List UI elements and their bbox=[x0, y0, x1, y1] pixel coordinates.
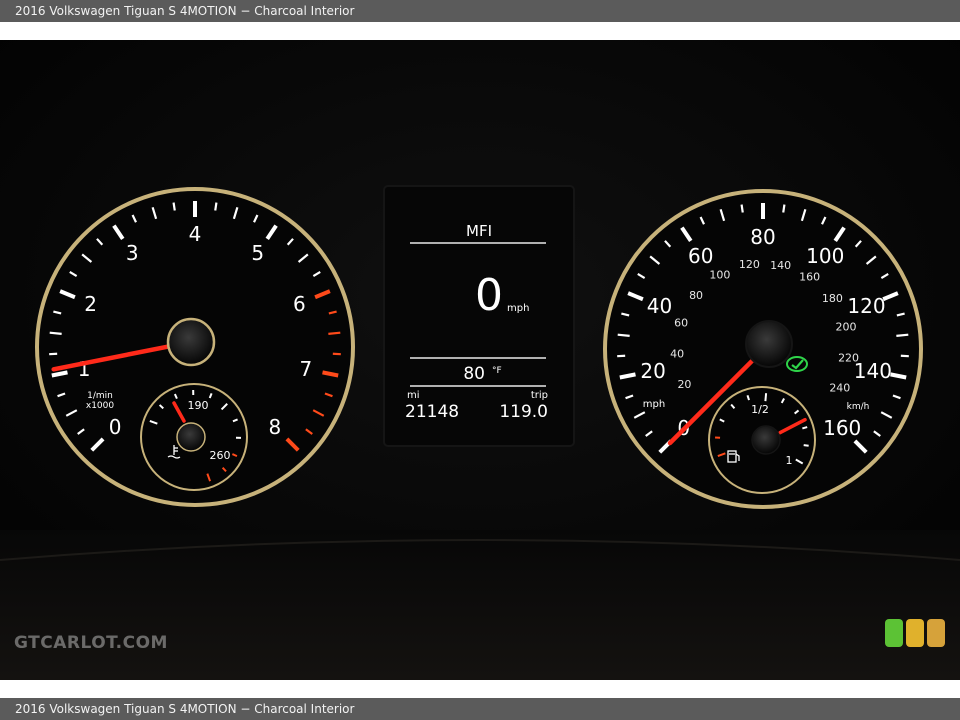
caption-bar-bottom: 2016 Volkswagen Tiguan S 4MOTION − Charc… bbox=[0, 698, 960, 720]
coolant-label-high: 260 bbox=[210, 449, 231, 462]
signal-light-amber bbox=[927, 619, 945, 647]
speedometer-hub bbox=[745, 320, 793, 368]
display-speed-unit: mph bbox=[507, 303, 529, 314]
speedometer-mph-label: 40 bbox=[647, 294, 672, 318]
tachometer-tick bbox=[49, 331, 62, 335]
fuel-hub bbox=[751, 425, 781, 455]
speedometer-mph-label: 120 bbox=[847, 294, 885, 318]
odometer-value: 21148 bbox=[405, 402, 459, 422]
tachometer-label: 2 bbox=[84, 292, 97, 316]
fuel-tick bbox=[802, 426, 808, 430]
tachometer-tick bbox=[172, 202, 176, 211]
speedometer-tick bbox=[740, 204, 744, 213]
speedometer-kmh-label: 100 bbox=[709, 269, 730, 282]
caption-text-bottom: 2016 Volkswagen Tiguan S 4MOTION − Charc… bbox=[15, 702, 355, 716]
trip-label: trip bbox=[531, 390, 548, 401]
tachometer-unit-bottom: x1000 bbox=[86, 401, 115, 411]
tachometer-label: 8 bbox=[269, 415, 282, 439]
watermark-logo: GTCARLOT.COM bbox=[14, 633, 168, 653]
speedometer-mph-label: 60 bbox=[688, 244, 713, 268]
display-temperature-value: 80 bbox=[463, 364, 485, 384]
speedometer-mph-label: 100 bbox=[806, 244, 844, 268]
speedometer-tick bbox=[617, 333, 630, 337]
speedometer-kmh-label: 120 bbox=[739, 258, 760, 271]
white-band-bottom bbox=[0, 680, 960, 698]
speedometer-mph-label: 20 bbox=[640, 359, 665, 383]
speedometer-tick bbox=[782, 204, 786, 213]
tachometer-label: 7 bbox=[299, 357, 312, 381]
speedometer-kmh-label: 80 bbox=[689, 289, 703, 302]
coolant-label-low: 190 bbox=[188, 399, 209, 412]
fuel-tick bbox=[803, 444, 809, 447]
tachometer-label: 0 bbox=[109, 415, 122, 439]
signal-lights-logo bbox=[885, 619, 945, 649]
signal-light-green bbox=[885, 619, 903, 647]
speedometer-mph-label: 160 bbox=[823, 416, 861, 440]
tachometer-tick bbox=[328, 331, 341, 335]
speedometer-mph-label: 80 bbox=[750, 225, 775, 249]
speedometer-kmh-label: 240 bbox=[829, 382, 850, 395]
speedometer-kmh-label: 160 bbox=[799, 271, 820, 284]
tachometer-unit-top: 1/min bbox=[87, 391, 113, 401]
speedometer-kmh-label: 20 bbox=[677, 378, 691, 391]
display-temperature-unit: °F bbox=[492, 366, 502, 376]
coolant-hub bbox=[176, 422, 206, 452]
tachometer-label: 5 bbox=[251, 241, 264, 265]
speedometer-unit-mph: mph bbox=[643, 399, 665, 410]
speedometer-kmh-label: 60 bbox=[674, 317, 688, 330]
tachometer: 012345678 1/min x1000 190 260 bbox=[35, 187, 355, 507]
speedometer: 020406080100120140160 204060801001201401… bbox=[603, 189, 923, 509]
fuel-label-full: 1 bbox=[786, 454, 793, 467]
odometer-label: mi bbox=[407, 390, 420, 401]
speedometer-kmh-label: 220 bbox=[838, 352, 859, 365]
tachometer-tick bbox=[214, 202, 218, 211]
speedometer-unit-kmh: km/h bbox=[847, 402, 870, 412]
multifunction-display: MFI 0 mph 80 °F mi trip 21148 119.0 bbox=[383, 185, 575, 447]
display-speed-value: 0 bbox=[475, 270, 503, 321]
display-mode-label: MFI bbox=[466, 222, 492, 240]
tachometer-label: 6 bbox=[293, 292, 306, 316]
dash-lower-surface bbox=[0, 530, 960, 680]
fuel-label-half: 1/2 bbox=[751, 403, 769, 416]
caption-text-top: 2016 Volkswagen Tiguan S 4MOTION − Charc… bbox=[15, 4, 355, 18]
speedometer-mph-label: 140 bbox=[854, 359, 892, 383]
tachometer-hub bbox=[166, 317, 216, 367]
speedometer-kmh-label: 200 bbox=[835, 320, 856, 333]
tachometer-label: 4 bbox=[189, 222, 202, 246]
caption-bar-top: 2016 Volkswagen Tiguan S 4MOTION − Charc… bbox=[0, 0, 960, 22]
instrument-cluster: 0 1 2 3 4 5 6 7 8 1/min x1000 190 260 MFI 0 mph … bbox=[0, 40, 960, 680]
fuel-tick bbox=[764, 393, 768, 402]
white-band-top bbox=[0, 22, 960, 40]
signal-light-yellow bbox=[906, 619, 924, 647]
speedometer-kmh-label: 180 bbox=[822, 292, 843, 305]
speedometer-kmh-label: 40 bbox=[670, 348, 684, 361]
speedometer-kmh-label: 140 bbox=[770, 259, 791, 272]
speedometer-tick bbox=[896, 333, 909, 337]
dashboard-photo: 0 1 2 3 4 5 6 7 8 1/min x1000 190 260 MFI 0 mph … bbox=[0, 40, 960, 680]
trip-value: 119.0 bbox=[499, 402, 548, 422]
tachometer-label: 3 bbox=[126, 241, 139, 265]
